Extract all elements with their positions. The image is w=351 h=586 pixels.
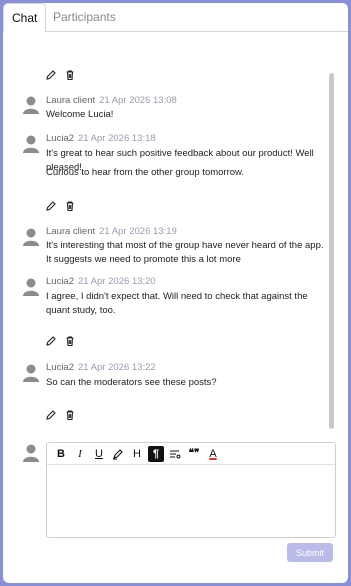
chat-panel: Chat Participants Laura client 21 Apr 202… (3, 3, 348, 583)
list-icon (170, 449, 181, 458)
message-author: Laura client (46, 226, 96, 237)
tab-participants[interactable]: Participants (45, 3, 124, 32)
delete-icon[interactable] (64, 335, 76, 347)
message-time: 21 Apr 2026 13:18 (78, 133, 156, 144)
message-text: Curious to hear from the other group tom… (46, 167, 245, 178)
quote-button[interactable]: ❝❞ (186, 446, 202, 462)
user-avatar-icon (23, 228, 39, 246)
message-meta: Lucia2 21 Apr 2026 13:20 (46, 276, 156, 287)
message-text: Welcome Lucia! (46, 109, 114, 120)
edit-icon[interactable] (45, 200, 57, 212)
message-editor: B I U H ¶ ❝❞ A (46, 442, 336, 538)
delete-icon[interactable] (64, 409, 76, 421)
tab-chat[interactable]: Chat (3, 3, 47, 33)
message-author: Laura client (46, 95, 96, 106)
user-avatar-icon (23, 278, 39, 296)
message-author: Lucia2 (46, 276, 74, 287)
message-time: 21 Apr 2026 13:19 (99, 226, 177, 237)
message-text: So can the moderators see these posts? (46, 377, 217, 388)
user-avatar-icon (23, 96, 39, 114)
message-meta: Laura client 21 Apr 2026 13:19 (46, 226, 177, 237)
message-time: 21 Apr 2026 13:08 (99, 95, 177, 106)
delete-icon[interactable] (64, 200, 76, 212)
editor-toolbar: B I U H ¶ ❝❞ A (47, 443, 335, 465)
paragraph-button[interactable]: ¶ (148, 445, 164, 462)
message-author: Lucia2 (46, 362, 74, 373)
message-text: It's interesting that most of the group … (46, 240, 324, 265)
edit-icon[interactable] (45, 69, 57, 81)
font-color-button[interactable]: A (205, 446, 221, 462)
message-list[interactable]: Laura client 21 Apr 2026 13:08 Welcome Lu… (3, 33, 348, 433)
user-avatar-icon (23, 364, 39, 382)
message-meta: Lucia2 21 Apr 2026 13:22 (46, 362, 156, 373)
scrollbar-thumb[interactable] (329, 73, 334, 429)
underline-button[interactable]: U (91, 446, 107, 462)
edit-icon[interactable] (45, 335, 57, 347)
user-avatar-icon (23, 135, 39, 153)
delete-icon[interactable] (64, 69, 76, 81)
message-actions (45, 409, 76, 421)
message-meta: Laura client 21 Apr 2026 13:08 (46, 95, 177, 106)
editor-input[interactable] (47, 465, 335, 537)
tab-bar: Chat Participants (3, 3, 348, 33)
italic-button[interactable]: I (72, 446, 88, 462)
message-actions (45, 335, 76, 347)
bold-button[interactable]: B (53, 446, 69, 462)
message-author: Lucia2 (46, 133, 74, 144)
user-avatar-icon (23, 444, 39, 462)
message-time: 21 Apr 2026 13:22 (78, 362, 156, 373)
message-actions (45, 200, 76, 212)
highlight-button[interactable] (110, 446, 126, 462)
submit-button[interactable]: Submit (287, 543, 333, 562)
message-actions (45, 69, 76, 81)
message-text: I agree, I didn't expect that. Will need… (46, 291, 308, 316)
list-button[interactable] (167, 446, 183, 462)
message-meta: Lucia2 21 Apr 2026 13:18 (46, 133, 156, 144)
edit-icon[interactable] (45, 409, 57, 421)
message-time: 21 Apr 2026 13:20 (78, 276, 156, 287)
heading-button[interactable]: H (129, 446, 145, 462)
highlighter-icon (113, 448, 123, 460)
